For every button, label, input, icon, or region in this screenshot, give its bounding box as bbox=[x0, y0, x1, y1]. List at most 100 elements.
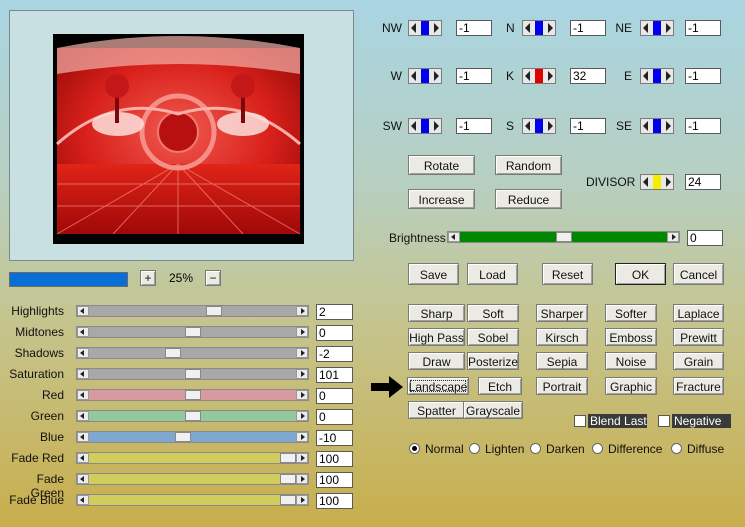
adjust-value[interactable]: 2 bbox=[316, 304, 353, 320]
adjust-slider[interactable] bbox=[76, 452, 309, 464]
mode-radio[interactable] bbox=[671, 443, 682, 454]
adjust-thumb[interactable] bbox=[184, 411, 201, 421]
matrix-spinner[interactable] bbox=[522, 118, 556, 134]
mode-radio[interactable] bbox=[592, 443, 603, 454]
reset-button[interactable]: Reset bbox=[542, 263, 593, 285]
brightness-slider[interactable] bbox=[447, 231, 680, 243]
preset-button[interactable]: Fracture bbox=[673, 377, 724, 395]
adjust-value[interactable]: -10 bbox=[316, 430, 353, 446]
adjust-label: Midtones bbox=[15, 325, 64, 339]
cancel-button[interactable]: Cancel bbox=[673, 263, 724, 285]
adjust-slider[interactable] bbox=[76, 326, 309, 338]
matrix-value[interactable]: -1 bbox=[685, 68, 721, 84]
preset-button[interactable]: Grain bbox=[673, 352, 724, 370]
adjust-value[interactable]: -2 bbox=[316, 346, 353, 362]
adjust-value[interactable]: 100 bbox=[316, 493, 353, 509]
matrix-value[interactable]: -1 bbox=[456, 20, 492, 36]
matrix-spinner[interactable] bbox=[640, 68, 674, 84]
preset-button[interactable]: Noise bbox=[605, 352, 657, 370]
preset-button[interactable]: Graphic bbox=[605, 377, 657, 395]
preset-button[interactable]: Laplace bbox=[673, 304, 724, 322]
adjust-slider[interactable] bbox=[76, 347, 309, 359]
preset-button[interactable]: Draw bbox=[408, 352, 465, 370]
adjust-value[interactable]: 0 bbox=[316, 409, 353, 425]
zoom-value: 25% bbox=[168, 271, 194, 285]
preset-button[interactable]: Softer bbox=[605, 304, 657, 322]
preset-button[interactable]: Etch bbox=[478, 377, 522, 395]
preset-button[interactable]: Grayscale bbox=[463, 401, 523, 419]
mode-radio[interactable] bbox=[409, 443, 420, 454]
increase-button[interactable]: Increase bbox=[408, 189, 475, 209]
matrix-spinner[interactable] bbox=[522, 20, 556, 36]
reduce-button[interactable]: Reduce bbox=[495, 189, 562, 209]
adjust-slider[interactable] bbox=[76, 389, 309, 401]
preset-button[interactable]: Landscape bbox=[407, 377, 469, 395]
brightness-value[interactable]: 0 bbox=[687, 230, 723, 246]
matrix-value[interactable]: -1 bbox=[570, 20, 606, 36]
matrix-value[interactable]: -1 bbox=[456, 68, 492, 84]
adjust-slider[interactable] bbox=[76, 431, 309, 443]
adjust-slider[interactable] bbox=[76, 410, 309, 422]
preset-button[interactable]: Kirsch bbox=[536, 328, 588, 346]
adjust-slider[interactable] bbox=[76, 494, 309, 506]
adjust-thumb[interactable] bbox=[184, 327, 201, 337]
random-button[interactable]: Random bbox=[495, 155, 562, 175]
adjust-slider[interactable] bbox=[76, 473, 309, 485]
ok-button[interactable]: OK bbox=[615, 263, 666, 285]
mode-label: Normal bbox=[425, 442, 464, 456]
adjust-thumb[interactable] bbox=[174, 432, 191, 442]
adjust-thumb[interactable] bbox=[280, 453, 296, 463]
matrix-spinner[interactable] bbox=[640, 20, 674, 36]
adjust-thumb[interactable] bbox=[280, 495, 296, 505]
adjust-label: Fade Red bbox=[11, 451, 64, 465]
divisor-spinner[interactable] bbox=[640, 174, 674, 190]
negative-checkbox[interactable] bbox=[658, 415, 670, 427]
preset-button[interactable]: Sepia bbox=[536, 352, 588, 370]
adjust-value[interactable]: 100 bbox=[316, 472, 353, 488]
preset-button[interactable]: Spatter bbox=[408, 401, 465, 419]
adjust-value[interactable]: 101 bbox=[316, 367, 353, 383]
adjust-slider[interactable] bbox=[76, 305, 309, 317]
preset-button[interactable]: Sobel bbox=[467, 328, 519, 346]
adjust-thumb[interactable] bbox=[165, 348, 182, 358]
matrix-label: N bbox=[506, 21, 515, 35]
preset-button[interactable]: High Pass bbox=[408, 328, 465, 346]
matrix-spinner[interactable] bbox=[408, 20, 442, 36]
matrix-spinner[interactable] bbox=[522, 68, 556, 84]
preset-button[interactable]: Soft bbox=[467, 304, 519, 322]
adjust-value[interactable]: 100 bbox=[316, 451, 353, 467]
adjust-thumb[interactable] bbox=[184, 369, 201, 379]
brightness-thumb[interactable] bbox=[555, 232, 572, 242]
matrix-spinner[interactable] bbox=[640, 118, 674, 134]
adjust-thumb[interactable] bbox=[184, 390, 201, 400]
matrix-value[interactable]: 32 bbox=[570, 68, 606, 84]
divisor-thumb bbox=[653, 175, 661, 189]
adjust-slider[interactable] bbox=[76, 368, 309, 380]
divisor-value[interactable]: 24 bbox=[685, 174, 721, 190]
matrix-spinner[interactable] bbox=[408, 68, 442, 84]
zoom-in-button[interactable]: + bbox=[140, 270, 156, 286]
rotate-button[interactable]: Rotate bbox=[408, 155, 475, 175]
adjust-thumb[interactable] bbox=[280, 474, 296, 484]
matrix-value[interactable]: -1 bbox=[685, 20, 721, 36]
save-button[interactable]: Save bbox=[408, 263, 459, 285]
adjust-thumb[interactable] bbox=[205, 306, 222, 316]
blend-last-checkbox[interactable] bbox=[574, 415, 586, 427]
matrix-value[interactable]: -1 bbox=[456, 118, 492, 134]
preset-button[interactable]: Posterize bbox=[467, 352, 519, 370]
matrix-value[interactable]: -1 bbox=[570, 118, 606, 134]
matrix-thumb bbox=[653, 69, 661, 83]
adjust-value[interactable]: 0 bbox=[316, 388, 353, 404]
preset-button[interactable]: Portrait bbox=[536, 377, 588, 395]
preset-button[interactable]: Sharper bbox=[536, 304, 588, 322]
preset-button[interactable]: Sharp bbox=[408, 304, 465, 322]
load-button[interactable]: Load bbox=[467, 263, 518, 285]
zoom-out-button[interactable]: − bbox=[205, 270, 221, 286]
mode-radio[interactable] bbox=[469, 443, 480, 454]
matrix-value[interactable]: -1 bbox=[685, 118, 721, 134]
adjust-value[interactable]: 0 bbox=[316, 325, 353, 341]
preset-button[interactable]: Emboss bbox=[605, 328, 657, 346]
preset-button[interactable]: Prewitt bbox=[673, 328, 724, 346]
matrix-spinner[interactable] bbox=[408, 118, 442, 134]
mode-radio[interactable] bbox=[530, 443, 541, 454]
